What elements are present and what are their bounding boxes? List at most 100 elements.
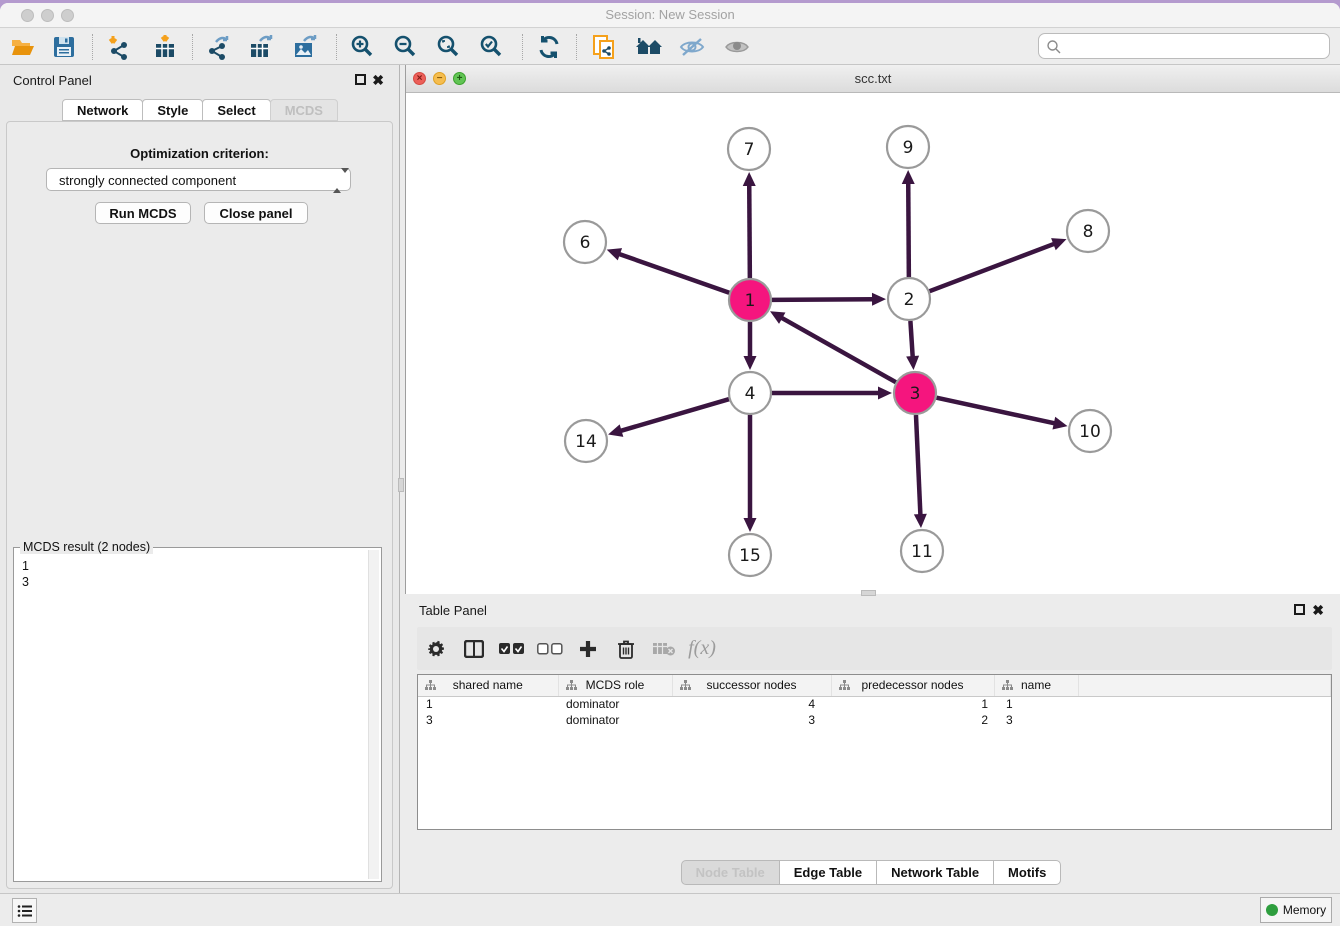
refresh-layout-icon[interactable] xyxy=(534,32,564,62)
graph-node-2[interactable]: 2 xyxy=(888,278,930,320)
control-panel-tabs: NetworkStyleSelectMCDS xyxy=(0,99,399,121)
close-panel-button[interactable]: Close panel xyxy=(204,202,308,224)
graph-edge-1-6[interactable] xyxy=(618,254,729,293)
graph-node-15[interactable]: 15 xyxy=(729,534,771,576)
run-mcds-button[interactable]: Run MCDS xyxy=(95,202,191,224)
clone-network-icon[interactable] xyxy=(589,32,619,62)
column-header-MCDS-role[interactable]: MCDS role xyxy=(558,675,672,696)
graph-edge-2-9[interactable] xyxy=(908,182,909,277)
zoom-in-icon[interactable] xyxy=(348,32,378,62)
result-scrollbar[interactable] xyxy=(368,550,379,879)
column-header-name[interactable]: name xyxy=(994,675,1078,696)
graph-node-6[interactable]: 6 xyxy=(564,221,606,263)
graph-node-9[interactable]: 9 xyxy=(887,126,929,168)
function-builder-icon: f(x) xyxy=(683,637,721,660)
network-graph[interactable]: 1 2 3 4 6 7 8 9 10 11 14 15 xyxy=(406,93,1340,594)
mcds-result-box: MCDS result (2 nodes) 13 xyxy=(13,547,382,882)
graph-edge-1-7[interactable] xyxy=(749,184,750,278)
graph-edge-arrow xyxy=(914,514,927,528)
select-all-columns-icon[interactable] xyxy=(493,643,531,655)
cell-shared-name[interactable]: 1 xyxy=(418,696,558,712)
cell-name[interactable]: 3 xyxy=(994,712,1078,728)
cell-successor-nodes[interactable]: 3 xyxy=(672,712,831,728)
cell-predecessor-nodes[interactable]: 2 xyxy=(831,712,994,728)
node-table-grid[interactable]: shared nameMCDS rolesuccessor nodesprede… xyxy=(418,675,1331,728)
svg-text:3: 3 xyxy=(910,384,921,404)
delete-column-icon[interactable] xyxy=(607,639,645,659)
import-network-icon[interactable] xyxy=(103,32,133,62)
cell-MCDS-role[interactable]: dominator xyxy=(558,696,672,712)
import-table-icon[interactable] xyxy=(150,32,180,62)
zoom-fit-icon[interactable] xyxy=(434,32,464,62)
graph-node-10[interactable]: 10 xyxy=(1069,410,1111,452)
table-panel: Table Panel ✖ f(x) shared nameMCDS roles… xyxy=(401,596,1340,893)
cell-MCDS-role[interactable]: dominator xyxy=(558,712,672,728)
table-settings-icon[interactable] xyxy=(417,639,455,659)
cell-successor-nodes[interactable]: 4 xyxy=(672,696,831,712)
export-image-icon[interactable] xyxy=(290,32,320,62)
graph-node-1[interactable]: 1 xyxy=(729,279,771,321)
select-stepper-icon xyxy=(333,173,342,188)
zoom-selected-icon[interactable] xyxy=(477,32,507,62)
graph-edge-arrow xyxy=(1052,417,1067,430)
column-header-successor-nodes[interactable]: successor nodes xyxy=(672,675,831,696)
cell-shared-name[interactable]: 3 xyxy=(418,712,558,728)
search-input[interactable] xyxy=(1065,35,1323,57)
mcds-result-text[interactable]: 13 xyxy=(22,558,367,879)
table-row[interactable]: 3dominator323 xyxy=(418,712,1331,728)
graph-node-3[interactable]: 3 xyxy=(894,372,936,414)
export-network-icon[interactable] xyxy=(204,32,234,62)
deselect-all-columns-icon[interactable] xyxy=(531,643,569,655)
first-neighbors-icon[interactable] xyxy=(634,32,664,62)
graph-node-14[interactable]: 14 xyxy=(565,420,607,462)
table-close-icon[interactable]: ✖ xyxy=(1312,604,1324,616)
tab-edge-table[interactable]: Edge Table xyxy=(779,860,877,885)
graph-edge-3-11[interactable] xyxy=(916,415,920,516)
graph-edge-3-1[interactable] xyxy=(780,317,895,382)
vertical-splitter-handle[interactable] xyxy=(398,478,404,492)
tab-network-table[interactable]: Network Table xyxy=(876,860,994,885)
graph-edge-2-3[interactable] xyxy=(910,321,912,358)
graph-edge-1-2[interactable] xyxy=(772,299,874,300)
graph-node-4[interactable]: 4 xyxy=(729,372,771,414)
task-history-button[interactable] xyxy=(12,898,37,923)
hide-selected-icon[interactable] xyxy=(677,32,707,62)
save-session-icon[interactable] xyxy=(49,32,79,62)
graph-edge-2-8[interactable] xyxy=(930,243,1056,291)
optimization-select[interactable]: strongly connected component xyxy=(46,168,351,191)
graph-node-7[interactable]: 7 xyxy=(728,128,770,170)
table-float-icon[interactable] xyxy=(1294,604,1305,615)
graph-edge-arrow xyxy=(878,387,892,400)
tab-network[interactable]: Network xyxy=(62,99,143,121)
open-session-icon[interactable] xyxy=(8,32,38,62)
close-panel-icon[interactable]: ✖ xyxy=(372,74,384,86)
tab-style[interactable]: Style xyxy=(142,99,203,121)
column-header-predecessor-nodes[interactable]: predecessor nodes xyxy=(831,675,994,696)
network-canvas[interactable]: 1 2 3 4 6 7 8 9 10 11 14 15 xyxy=(406,93,1340,594)
svg-text:10: 10 xyxy=(1079,422,1101,442)
main-toolbar xyxy=(0,29,1340,65)
column-header-shared-name[interactable]: shared name xyxy=(418,675,558,696)
show-all-icon[interactable] xyxy=(722,32,752,62)
tab-select[interactable]: Select xyxy=(202,99,270,121)
float-panel-icon[interactable] xyxy=(355,74,366,85)
zoom-out-icon[interactable] xyxy=(391,32,421,62)
cell-predecessor-nodes[interactable]: 1 xyxy=(831,696,994,712)
graph-node-8[interactable]: 8 xyxy=(1067,210,1109,252)
graph-edge-3-10[interactable] xyxy=(936,398,1055,424)
tab-motifs[interactable]: Motifs xyxy=(993,860,1061,885)
cell-name[interactable]: 1 xyxy=(994,696,1078,712)
svg-text:4: 4 xyxy=(745,384,756,404)
split-columns-icon[interactable] xyxy=(455,640,493,658)
delete-table-icon xyxy=(645,641,683,657)
table-row[interactable]: 1dominator411 xyxy=(418,696,1331,712)
tab-mcds[interactable]: MCDS xyxy=(270,99,338,121)
graph-edge-4-14[interactable] xyxy=(620,399,729,431)
graph-edge-arrow xyxy=(902,170,915,184)
export-table-icon[interactable] xyxy=(246,32,276,62)
graph-node-11[interactable]: 11 xyxy=(901,530,943,572)
network-titlebar[interactable]: × − + scc.txt xyxy=(406,65,1340,93)
memory-button[interactable]: Memory xyxy=(1260,897,1332,923)
tab-node-table[interactable]: Node Table xyxy=(681,860,780,885)
add-column-icon[interactable] xyxy=(569,640,607,658)
